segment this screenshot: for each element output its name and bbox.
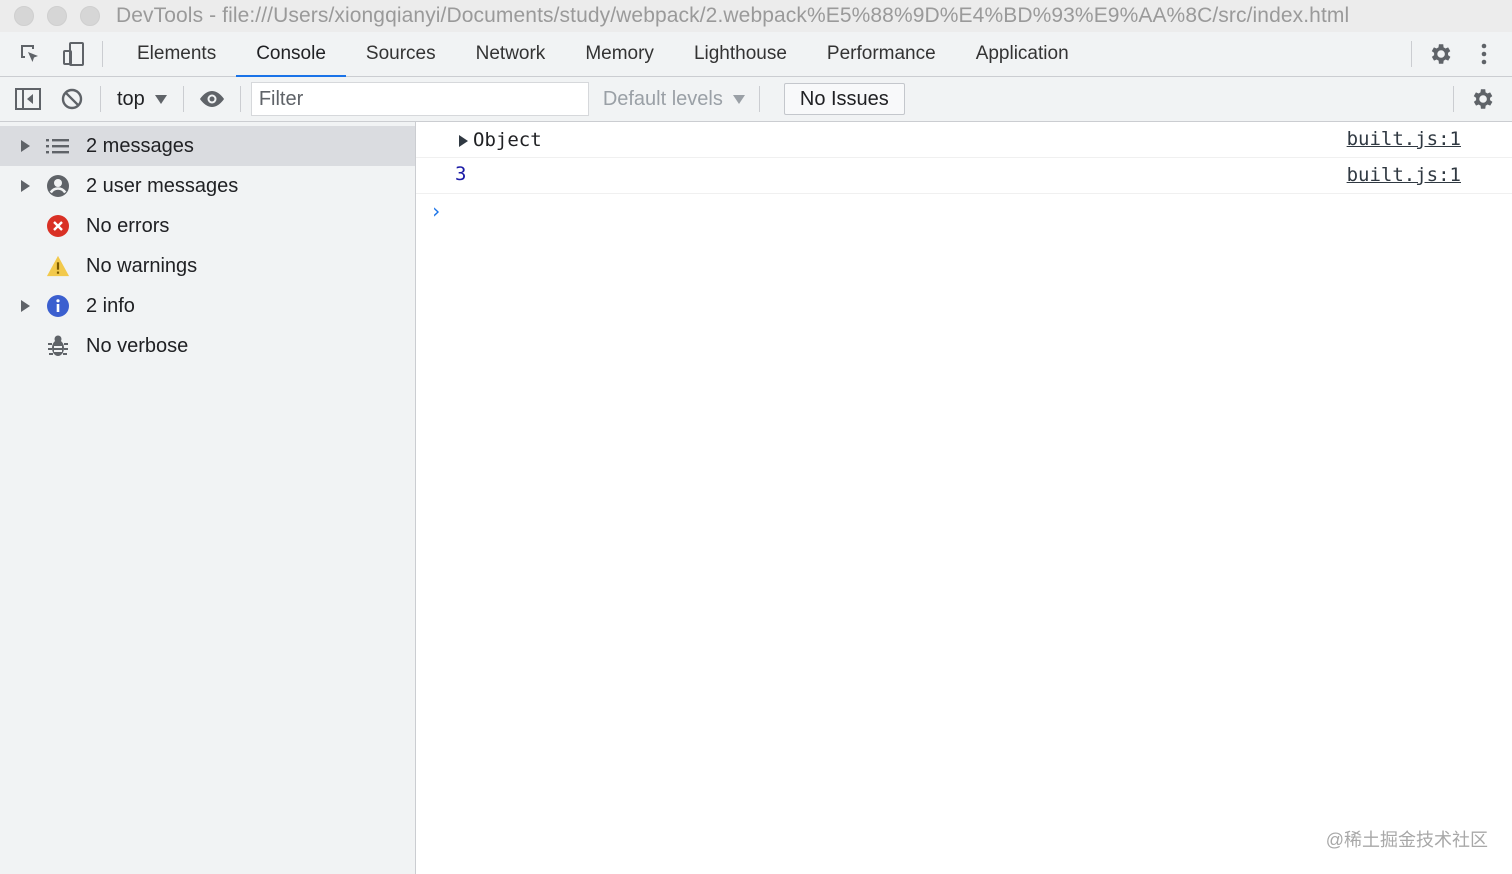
devtools-tabbar: Elements Console Sources Network Memory … bbox=[0, 32, 1512, 78]
live-expression-eye-icon[interactable] bbox=[190, 77, 234, 121]
sidebar-item-label: 2 info bbox=[86, 294, 135, 317]
inspect-element-icon[interactable] bbox=[8, 32, 52, 76]
console-message: 3 built.js:1 bbox=[416, 158, 1512, 194]
expand-arrow-icon[interactable] bbox=[21, 140, 30, 152]
filter-input[interactable] bbox=[250, 82, 589, 116]
error-icon bbox=[46, 214, 70, 238]
source-link[interactable]: built.js:1 bbox=[1347, 128, 1461, 150]
sidebar-item-verbose[interactable]: No verbose bbox=[0, 326, 415, 366]
toolbar-divider bbox=[239, 86, 241, 112]
sidebar-item-messages[interactable]: 2 messages bbox=[0, 126, 415, 166]
minimize-window-button[interactable] bbox=[47, 6, 67, 26]
toolbar-divider bbox=[102, 41, 103, 67]
toolbar-divider bbox=[1411, 41, 1412, 67]
toolbar-divider bbox=[182, 86, 184, 112]
toolbar-divider bbox=[758, 86, 760, 112]
tab-sources[interactable]: Sources bbox=[346, 32, 456, 77]
console-output: Object built.js:1 3 built.js:1 › bbox=[416, 122, 1512, 874]
console-settings-gear-icon[interactable] bbox=[1460, 77, 1504, 121]
device-toolbar-icon[interactable] bbox=[52, 32, 96, 76]
console-prompt-icon[interactable]: › bbox=[430, 199, 442, 223]
tab-memory[interactable]: Memory bbox=[565, 32, 674, 77]
toggle-sidebar-icon[interactable] bbox=[6, 77, 50, 121]
log-levels-dropdown[interactable]: Default levels bbox=[603, 77, 745, 122]
user-icon bbox=[46, 174, 70, 198]
sidebar-item-info[interactable]: 2 info bbox=[0, 286, 415, 326]
zoom-window-button[interactable] bbox=[80, 6, 100, 26]
expand-arrow-icon[interactable] bbox=[21, 300, 30, 312]
window-title: DevTools - file:///Users/xiongqianyi/Doc… bbox=[116, 4, 1350, 27]
tab-elements[interactable]: Elements bbox=[117, 32, 236, 77]
info-icon bbox=[46, 294, 70, 318]
close-window-button[interactable] bbox=[14, 6, 34, 26]
console-toolbar: top Default levels No Issues bbox=[0, 77, 1512, 122]
more-options-icon[interactable] bbox=[1462, 32, 1506, 76]
console-sidebar: 2 messages 2 user messages No errors No … bbox=[0, 122, 416, 874]
toolbar-divider bbox=[100, 86, 101, 112]
console-message-text: 3 bbox=[455, 163, 467, 185]
log-levels-label: Default levels bbox=[602, 87, 723, 110]
console-message: Object built.js:1 bbox=[416, 122, 1512, 158]
tab-network[interactable]: Network bbox=[456, 32, 566, 77]
sidebar-item-errors[interactable]: No errors bbox=[0, 206, 415, 246]
context-label: top bbox=[117, 87, 145, 110]
sidebar-item-label: 2 user messages bbox=[86, 174, 239, 197]
issues-button[interactable]: No Issues bbox=[783, 83, 905, 115]
watermark: @稀土掘金技术社区 bbox=[1325, 830, 1488, 850]
bug-icon bbox=[46, 334, 70, 358]
dropdown-arrow-icon bbox=[154, 94, 167, 104]
sidebar-item-label: No errors bbox=[86, 214, 170, 237]
tab-performance[interactable]: Performance bbox=[807, 32, 956, 77]
sidebar-item-user-messages[interactable]: 2 user messages bbox=[0, 166, 415, 206]
clear-console-icon[interactable] bbox=[50, 77, 94, 121]
sidebar-item-label: No verbose bbox=[86, 334, 189, 357]
sidebar-item-warnings[interactable]: No warnings bbox=[0, 246, 415, 286]
toolbar-divider bbox=[1453, 86, 1454, 112]
expand-arrow-icon[interactable] bbox=[21, 180, 30, 192]
window-titlebar: DevTools - file:///Users/xiongqianyi/Doc… bbox=[0, 0, 1512, 32]
console-message-text[interactable]: Object bbox=[473, 129, 542, 151]
settings-gear-icon[interactable] bbox=[1418, 32, 1462, 76]
sidebar-item-label: 2 messages bbox=[86, 134, 194, 157]
tab-application[interactable]: Application bbox=[956, 32, 1089, 77]
warning-icon bbox=[46, 254, 70, 278]
list-icon bbox=[46, 134, 70, 158]
expand-object-arrow-icon[interactable] bbox=[459, 135, 468, 147]
dropdown-arrow-icon bbox=[732, 94, 745, 104]
context-selector[interactable]: top bbox=[107, 77, 177, 122]
source-link[interactable]: built.js:1 bbox=[1347, 164, 1461, 186]
tab-console[interactable]: Console bbox=[236, 32, 346, 78]
panel-tabs: Elements Console Sources Network Memory … bbox=[117, 32, 1089, 78]
tab-lighthouse[interactable]: Lighthouse bbox=[674, 32, 807, 77]
window-controls bbox=[14, 6, 100, 26]
sidebar-item-label: No warnings bbox=[86, 254, 198, 277]
